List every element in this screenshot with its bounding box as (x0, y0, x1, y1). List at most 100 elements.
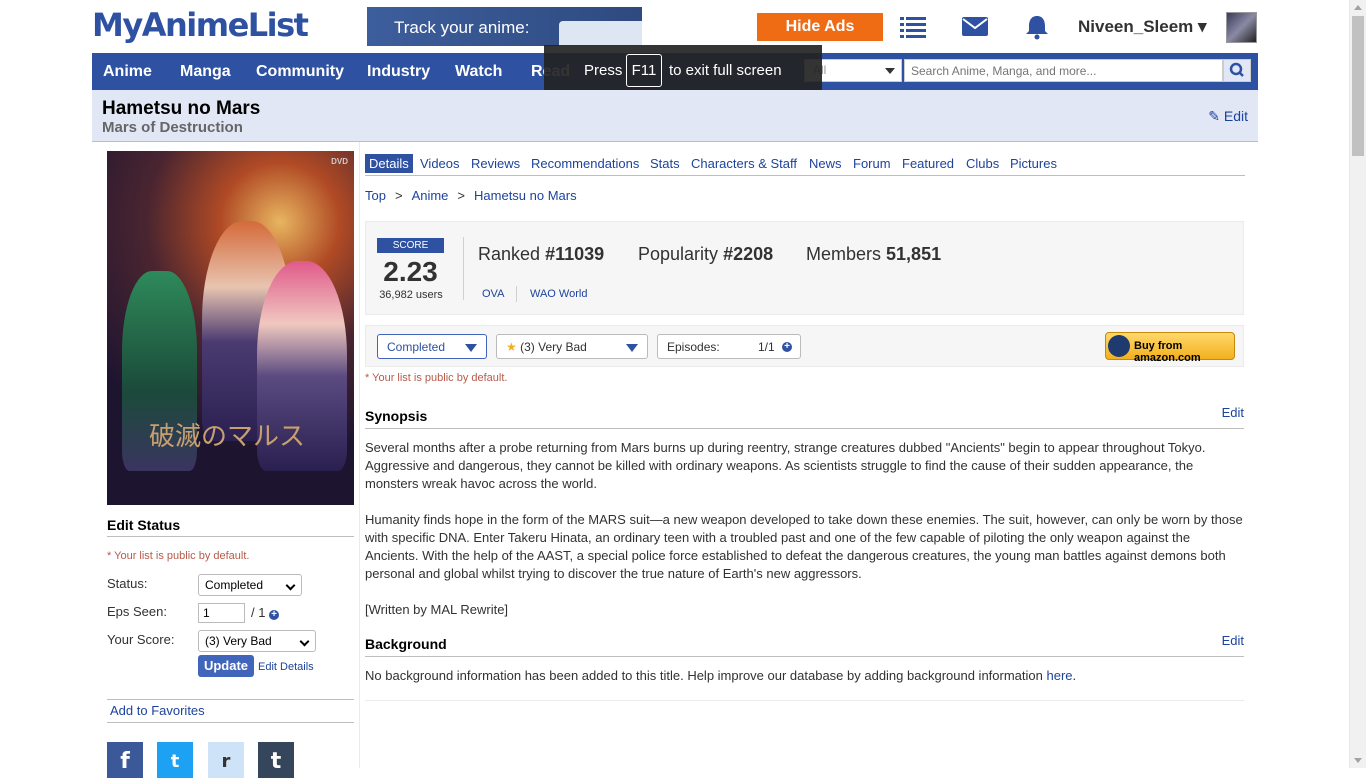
search-button[interactable] (1223, 59, 1251, 82)
page: MyAnimeList Track your anime: Hide Ads N… (92, 0, 1258, 778)
breadcrumb-title[interactable]: Hametsu no Mars (474, 188, 577, 203)
divider (516, 286, 517, 302)
star-icon: ★ (506, 340, 517, 354)
facebook-share-icon[interactable]: f (107, 742, 143, 778)
twitter-share-icon[interactable]: t (157, 742, 193, 778)
title-bar: Hametsu no Mars Mars of Destruction ✎ Ed… (92, 90, 1258, 142)
ranked-stat: Ranked #11039 (478, 244, 604, 265)
list-score-select[interactable]: ★ (3) Very Bad (496, 334, 648, 359)
synopsis-edit-link[interactable]: Edit (1222, 405, 1244, 420)
background-text: No background information has been added… (365, 667, 1244, 685)
increment-icon[interactable]: + (269, 610, 280, 620)
hide-ads-button[interactable]: Hide Ads (757, 13, 883, 41)
banner-phone-image (559, 21, 642, 46)
search-input[interactable] (904, 59, 1223, 82)
cover-dvd-mark: DVD (331, 157, 348, 166)
messages-icon[interactable] (961, 14, 989, 40)
score-box: SCORE 2.23 36,982 users Ranked #11039 Po… (365, 221, 1244, 315)
main-content: Details Videos Reviews Recommendations S… (365, 142, 1245, 768)
edit-title-button[interactable]: ✎ Edit (1208, 108, 1248, 125)
user-menu[interactable]: Niveen_Sleem ▾ (1078, 17, 1207, 37)
tab-reviews[interactable]: Reviews (467, 154, 524, 173)
track-anime-banner[interactable]: Track your anime: (367, 7, 642, 46)
tab-characters-staff[interactable]: Characters & Staff (687, 154, 801, 173)
ranked-value: #11039 (545, 244, 605, 264)
list-update-bar: Completed ★ (3) Very Bad Episodes: 1/1 + B… (365, 325, 1244, 367)
english-title: Mars of Destruction (102, 119, 243, 136)
divider (107, 722, 354, 723)
ranked-label: Ranked (478, 244, 541, 264)
breadcrumb-anime[interactable]: Anime (412, 188, 449, 203)
scroll-down-icon[interactable] (1354, 758, 1362, 763)
background-heading: Background (365, 636, 447, 652)
dropdown-arrow-icon (465, 344, 477, 352)
popularity-value: #2208 (723, 244, 774, 264)
tab-recommendations[interactable]: Recommendations (527, 154, 643, 173)
page-scrollbar[interactable] (1349, 0, 1366, 768)
score-select[interactable]: (3) Very Bad (198, 630, 316, 652)
tab-news[interactable]: News (805, 154, 846, 173)
background-body: No background information has been added… (365, 668, 1047, 683)
nav-industry[interactable]: Industry (367, 63, 430, 81)
fullscreen-notice-suffix: to exit full screen (669, 62, 782, 79)
breadcrumb: Top > Anime > Hametsu no Mars (365, 188, 577, 203)
tab-clubs[interactable]: Clubs (962, 154, 1003, 173)
site-logo[interactable]: MyAnimeList (92, 6, 309, 44)
chevron-down-icon: ▾ (1198, 17, 1207, 36)
your-score-label: Your Score: (107, 632, 175, 647)
tab-details[interactable]: Details (365, 154, 413, 173)
list-score-value: (3) Very Bad (520, 340, 587, 354)
eps-seen-input[interactable] (198, 603, 245, 623)
breadcrumb-separator: > (457, 188, 466, 203)
breadcrumb-top[interactable]: Top (365, 188, 386, 203)
tumblr-share-icon[interactable]: t (258, 742, 294, 778)
tab-videos[interactable]: Videos (416, 154, 464, 173)
status-label: Status: (107, 576, 148, 591)
buy-from-amazon-button[interactable]: Buy from amazon.com (1105, 332, 1235, 364)
tab-forum[interactable]: Forum (849, 154, 895, 173)
score-value: 2.23 (383, 256, 438, 287)
tab-pictures[interactable]: Pictures (1006, 154, 1061, 173)
nav-anime[interactable]: Anime (103, 63, 152, 81)
notifications-bell-icon[interactable] (1023, 14, 1051, 40)
left-sidebar: 破滅のマルス DVD Edit Status * Your list is pu… (92, 142, 360, 778)
background-edit-link[interactable]: Edit (1222, 633, 1244, 648)
synopsis-header: Synopsis Edit (365, 405, 1244, 429)
tab-stats[interactable]: Stats (646, 154, 684, 173)
episodes-label: Episodes: (667, 340, 720, 354)
scroll-up-icon[interactable] (1354, 5, 1362, 10)
divider (463, 237, 464, 300)
add-to-favorites-link[interactable]: Add to Favorites (110, 703, 205, 718)
cover-image[interactable]: 破滅のマルス DVD (107, 151, 354, 505)
scrollbar-thumb[interactable] (1352, 16, 1364, 156)
public-note: * Your list is public by default. (365, 372, 508, 384)
status-select[interactable]: Completed (198, 574, 302, 596)
tab-featured[interactable]: Featured (898, 154, 958, 173)
reddit-share-icon[interactable]: r (208, 742, 244, 778)
edit-details-link[interactable]: Edit Details (258, 661, 314, 673)
eps-seen-label: Eps Seen: (107, 604, 167, 619)
type-link[interactable]: OVA (482, 288, 504, 300)
synopsis-credit: [Written by MAL Rewrite] (365, 602, 509, 617)
list-icon[interactable] (899, 14, 927, 40)
nav-watch[interactable]: Watch (455, 63, 502, 81)
edit-status-heading: Edit Status (107, 517, 354, 537)
divider (365, 700, 1244, 701)
list-status-select[interactable]: Completed (377, 334, 487, 359)
members-value: 51,851 (886, 244, 942, 264)
edit-title-label: Edit (1223, 108, 1248, 124)
fullscreen-notice: Press F11 to exit full screen (544, 45, 822, 95)
update-button[interactable]: Update (198, 655, 254, 677)
synopsis-paragraph: Several months after a probe returning f… (365, 440, 1206, 491)
username: Niveen_Sleem (1078, 17, 1194, 36)
members-label: Members (806, 244, 882, 264)
avatar[interactable] (1226, 12, 1257, 43)
studio-link[interactable]: WAO World (530, 288, 587, 300)
nav-manga[interactable]: Manga (180, 63, 231, 81)
score-badge: SCORE (377, 238, 444, 253)
dropdown-arrow-icon (626, 344, 638, 352)
background-here-link[interactable]: here (1046, 668, 1072, 683)
increment-icon[interactable]: + (782, 342, 792, 352)
divider (107, 699, 354, 700)
nav-community[interactable]: Community (256, 63, 344, 81)
